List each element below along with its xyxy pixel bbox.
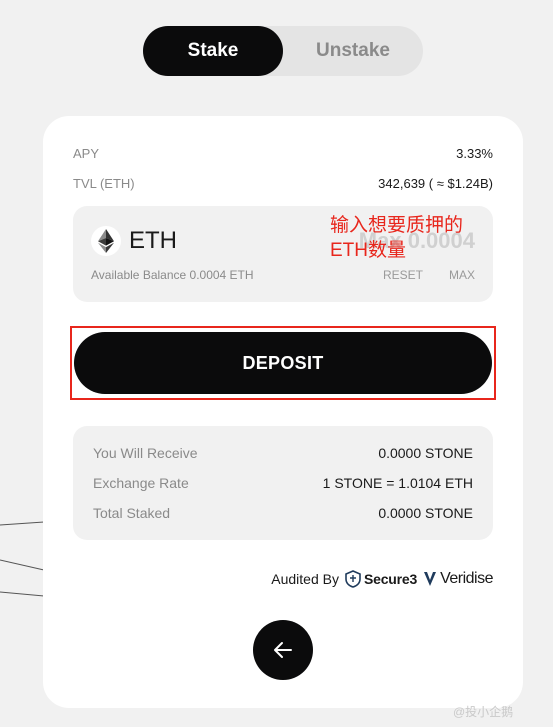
apy-row: APY 3.33%	[73, 146, 493, 161]
summary-row-exchange-rate: Exchange Rate 1 STONE = 1.0104 ETH	[93, 475, 473, 491]
available-balance: Available Balance 0.0004 ETH	[91, 268, 254, 282]
apy-label: APY	[73, 146, 100, 161]
secure3-logo: Secure3	[345, 570, 417, 588]
total-staked-value: 0.0000 STONE	[378, 505, 473, 521]
audited-by: Audited By Secure3 Veridise	[271, 570, 493, 588]
watermark: @投小企鹅	[453, 705, 514, 719]
deposit-button[interactable]: DEPOSIT	[74, 332, 492, 394]
secure3-name: Secure3	[363, 571, 418, 587]
token-name: ETH	[129, 227, 177, 254]
tvl-value: 342,639 ( ≈ $1.24B)	[378, 176, 493, 191]
veridise-icon	[424, 572, 437, 586]
veridise-logo: Veridise	[423, 570, 493, 588]
secure3-icon	[345, 570, 361, 588]
reset-button[interactable]: RESET	[383, 268, 423, 282]
max-button[interactable]: MAX	[449, 268, 475, 282]
tab-stake[interactable]: Stake	[143, 26, 283, 76]
tab-unstake[interactable]: Unstake	[283, 26, 423, 76]
exchange-rate-value: 1 STONE = 1.0104 ETH	[322, 475, 473, 491]
receive-label: You Will Receive	[93, 445, 198, 461]
arrow-left-icon	[274, 642, 292, 658]
stake-unstake-toggle: Stake Unstake	[143, 26, 423, 76]
summary-panel: You Will Receive 0.0000 STONE Exchange R…	[73, 426, 493, 540]
receive-value: 0.0000 STONE	[378, 445, 473, 461]
tvl-label: TVL (ETH)	[73, 176, 135, 191]
stake-card: APY 3.33% TVL (ETH) 342,639 ( ≈ $1.24B) …	[43, 116, 523, 708]
apy-value: 3.33%	[456, 146, 493, 161]
audited-by-label: Audited By	[271, 571, 339, 587]
total-staked-label: Total Staked	[93, 505, 171, 521]
annotation-note: 输入想要质押的ETH数量	[330, 215, 464, 261]
back-button[interactable]	[253, 620, 313, 680]
veridise-name: Veridise	[440, 570, 493, 587]
summary-row-total-staked: Total Staked 0.0000 STONE	[93, 505, 473, 521]
summary-row-receive: You Will Receive 0.0000 STONE	[93, 445, 473, 461]
ethereum-icon	[91, 226, 121, 256]
tvl-row: TVL (ETH) 342,639 ( ≈ $1.24B)	[73, 176, 493, 191]
exchange-rate-label: Exchange Rate	[93, 475, 189, 491]
